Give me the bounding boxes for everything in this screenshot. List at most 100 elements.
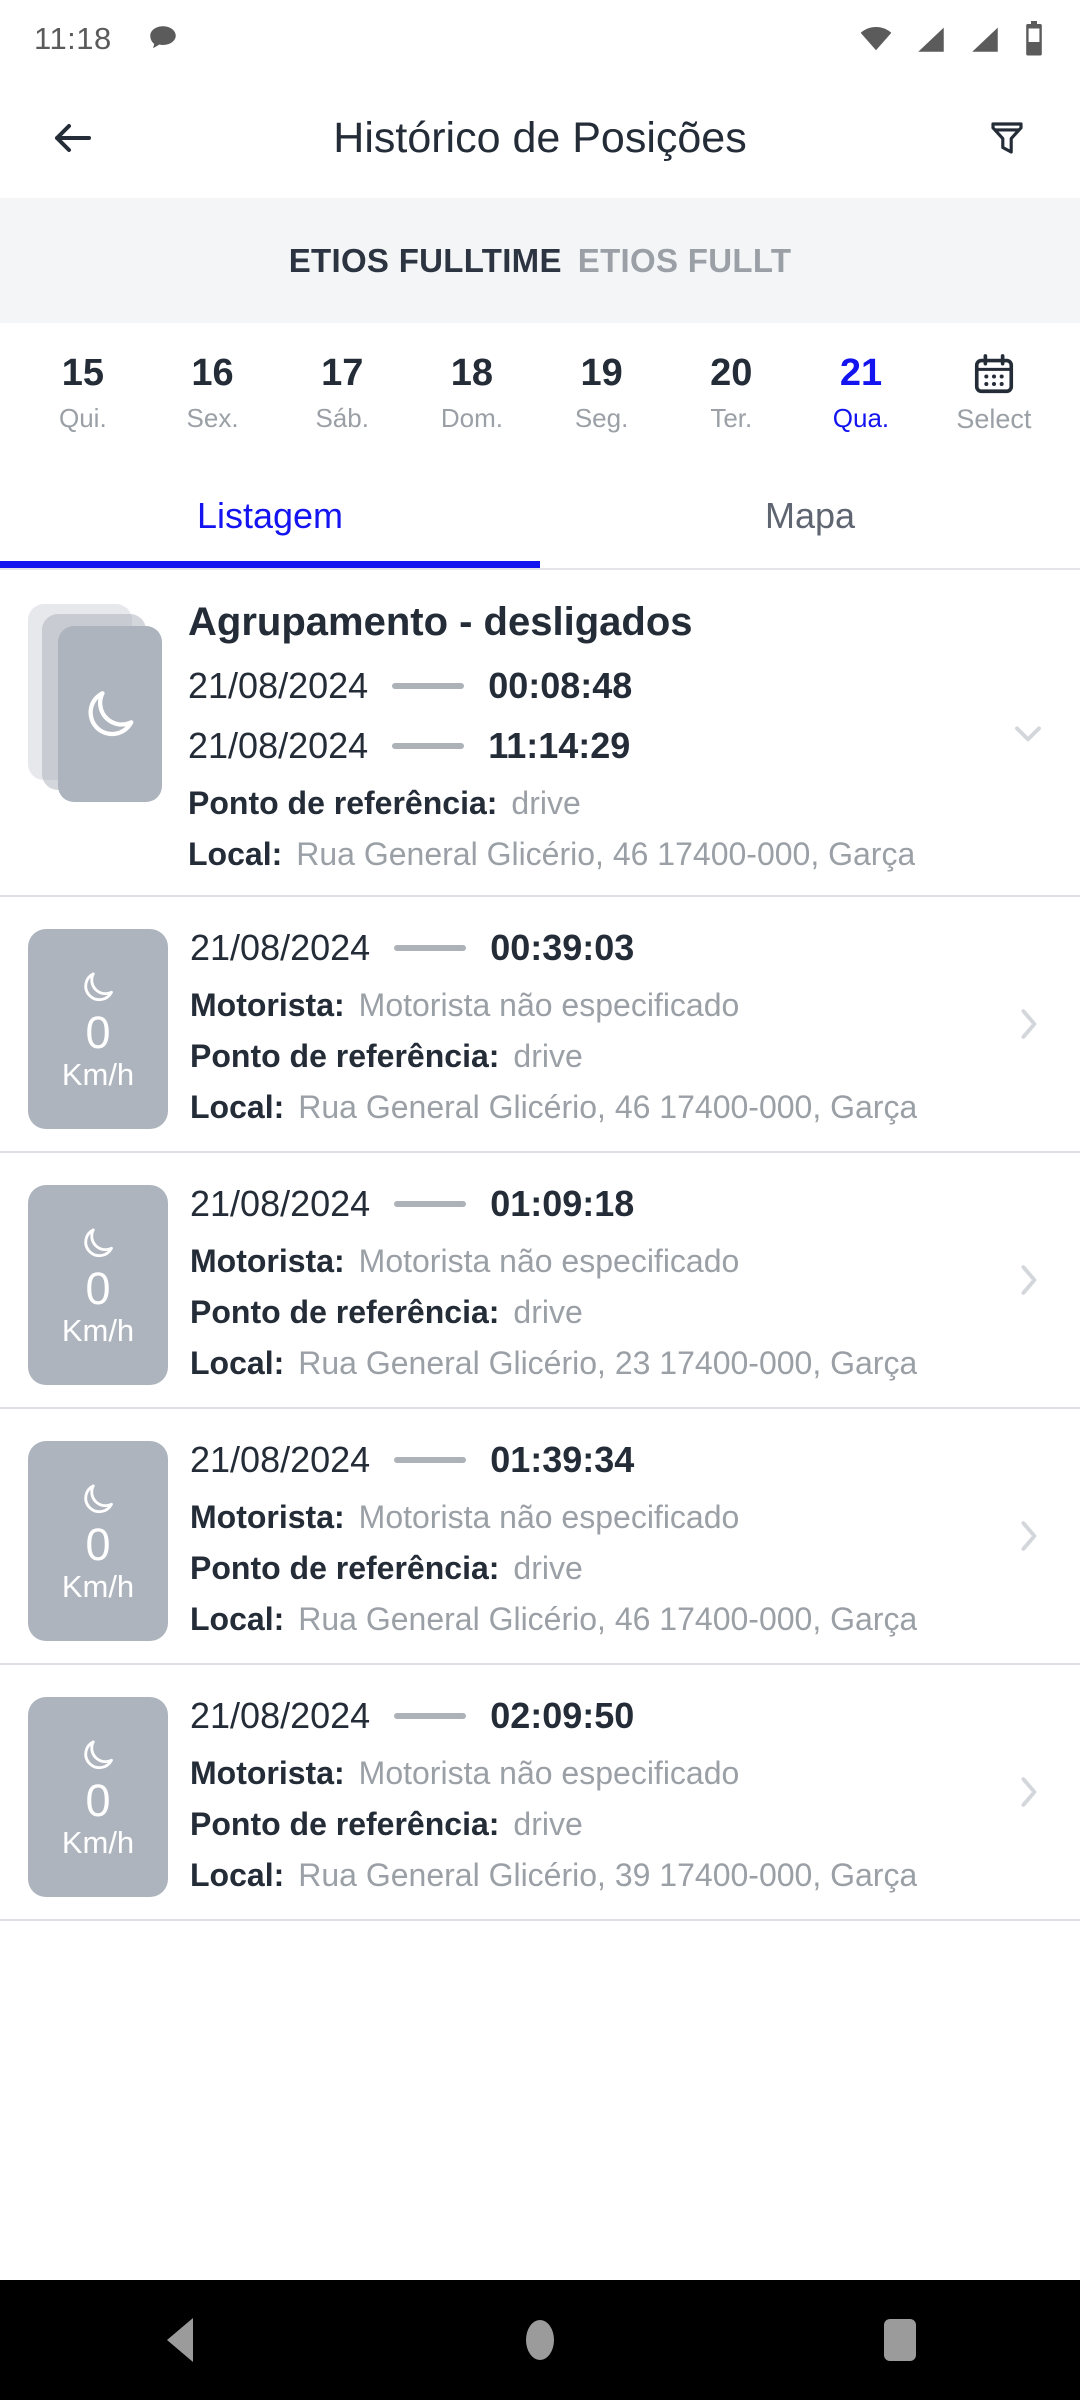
nav-home-button[interactable] [480, 2280, 600, 2400]
location-value: Rua General Glicério, 46 17400-000, Garç… [296, 836, 916, 872]
list-item-body: 21/08/2024 00:39:03 Motorista: Motorista… [190, 923, 1052, 1126]
location-label: Local: [190, 1345, 285, 1381]
wifi-icon [860, 27, 892, 51]
position-date: 21/08/2024 [190, 927, 371, 968]
speed-badge: 0 Km/h [28, 1441, 168, 1641]
position-datetime: 21/08/2024 02:09:50 [190, 1695, 1052, 1737]
back-button[interactable] [30, 95, 116, 181]
position-time: 01:39:34 [490, 1439, 635, 1480]
vehicle-selector-bar[interactable]: ETIOS FULLTIME ETIOS FULLT [0, 198, 1080, 323]
date-picker-label: Select [956, 404, 1032, 434]
reference-point-label: Ponto de referência: [188, 785, 498, 821]
day-item-3[interactable]: 18 Dom. [407, 352, 537, 434]
position-date: 21/08/2024 [190, 1695, 371, 1736]
day-item-5[interactable]: 20 Ter. [666, 352, 796, 434]
expand-button[interactable] [998, 703, 1058, 763]
speed-badge: 0 Km/h [28, 1697, 168, 1897]
moon-icon [84, 972, 113, 1002]
day-item-4[interactable]: 19 Seg. [537, 352, 667, 434]
position-datetime: 21/08/2024 01:09:18 [190, 1183, 1052, 1225]
day-selector-strip: 15 Qui. 16 Sex. 17 Sáb. 18 Dom. 19 Seg. … [0, 323, 1080, 463]
location-row: Local: Rua General Glicério, 23 17400-00… [190, 1345, 1052, 1382]
reference-point-label: Ponto de referência: [190, 1806, 500, 1842]
tab-mapa[interactable]: Mapa [540, 463, 1080, 568]
day-item-1[interactable]: 16 Sex. [148, 352, 278, 434]
open-detail-button[interactable] [998, 1762, 1058, 1822]
vehicle-name-primary: ETIOS FULLTIME [288, 241, 562, 279]
position-date: 21/08/2024 [190, 1439, 371, 1480]
chevron-right-icon [1021, 1009, 1037, 1039]
location-value: Rua General Glicério, 39 17400-000, Garç… [298, 1857, 918, 1893]
day-number: 18 [450, 352, 494, 394]
vehicle-name-secondary: ETIOS FULLT [577, 241, 792, 279]
day-number: 16 [191, 352, 234, 394]
day-weekday: Sex. [186, 403, 239, 433]
list-item[interactable]: 0 Km/h 21/08/2024 02:09:50 Motorista: Mo… [0, 1665, 1080, 1919]
reference-point-row: Ponto de referência: drive [190, 1294, 1052, 1331]
reference-point-value: drive [513, 1294, 583, 1330]
location-label: Local: [190, 1089, 285, 1125]
list-item-body: 21/08/2024 02:09:50 Motorista: Motorista… [190, 1691, 1052, 1894]
list-item-body: 21/08/2024 01:39:34 Motorista: Motorista… [190, 1435, 1052, 1638]
tab-listagem[interactable]: Listagem [0, 463, 540, 568]
location-row: Local: Rua General Glicério, 39 17400-00… [190, 1857, 1052, 1894]
nav-back-button[interactable] [120, 2280, 240, 2400]
list-item-body: 21/08/2024 01:09:18 Motorista: Motorista… [190, 1179, 1052, 1382]
date-picker-button[interactable]: Select [926, 351, 1062, 435]
speed-unit: Km/h [61, 1313, 135, 1348]
list-item[interactable]: 0 Km/h 21/08/2024 01:39:34 Motorista: Mo… [0, 1409, 1080, 1663]
day-weekday: Qua. [832, 403, 890, 433]
moon-icon [84, 1228, 113, 1258]
datetime-separator [394, 945, 467, 951]
list-item[interactable]: Agrupamento - desligados 21/08/2024 00:0… [0, 570, 1080, 895]
end-date: 21/08/2024 [188, 725, 369, 766]
speed-value: 0 [85, 1007, 111, 1058]
day-item-0[interactable]: 15 Qui. [18, 352, 148, 434]
list-separator [0, 1919, 1080, 1921]
end-time: 11:14:29 [488, 725, 631, 766]
driver-label: Motorista: [190, 1499, 345, 1535]
list-item-title: Agrupamento - desligados [188, 600, 693, 644]
list-item[interactable]: 0 Km/h 21/08/2024 01:09:18 Motorista: Mo… [0, 1153, 1080, 1407]
android-navigation-bar [0, 2280, 1080, 2400]
nav-recents-button[interactable] [840, 2280, 960, 2400]
reference-point-row: Ponto de referência: drive [188, 785, 1052, 822]
status-notification-icons [146, 22, 180, 56]
location-label: Local: [188, 836, 283, 872]
list-item[interactable]: 0 Km/h 21/08/2024 00:39:03 Motorista: Mo… [0, 897, 1080, 1151]
day-item-6-selected[interactable]: 21 Qua. [796, 352, 926, 434]
open-detail-button[interactable] [998, 1506, 1058, 1566]
location-row: Local: Rua General Glicério, 46 17400-00… [190, 1089, 1052, 1126]
filter-button[interactable] [964, 95, 1050, 181]
day-number: 19 [580, 352, 623, 394]
chevron-right-icon [1021, 1265, 1037, 1295]
app-bar: Histórico de Posições [0, 78, 1080, 198]
position-time: 01:09:18 [490, 1183, 635, 1224]
speed-value: 0 [85, 1775, 111, 1826]
location-value: Rua General Glicério, 46 17400-000, Garç… [298, 1089, 918, 1125]
day-number: 15 [61, 352, 104, 394]
status-system-icons [858, 21, 1046, 57]
open-detail-button[interactable] [998, 1250, 1058, 1310]
location-value: Rua General Glicério, 46 17400-000, Garç… [298, 1601, 918, 1637]
datetime-separator [392, 683, 465, 689]
chevron-down-icon [1015, 725, 1041, 741]
datetime-separator [394, 1713, 467, 1719]
speed-value: 0 [85, 1519, 111, 1570]
moon-stack-icon [28, 604, 166, 819]
speed-value: 0 [85, 1263, 111, 1314]
position-time: 02:09:50 [490, 1695, 635, 1736]
positions-list: Agrupamento - desligados 21/08/2024 00:0… [0, 570, 1080, 1921]
reference-point-row: Ponto de referência: drive [190, 1806, 1052, 1843]
driver-value: Motorista não especificado [358, 1499, 740, 1535]
open-detail-button[interactable] [998, 994, 1058, 1054]
position-datetime: 21/08/2024 01:39:34 [190, 1439, 1052, 1481]
nav-back-triangle-icon [167, 2318, 193, 2362]
position-datetime: 21/08/2024 00:39:03 [190, 927, 1052, 969]
day-weekday: Ter. [710, 403, 753, 433]
position-date: 21/08/2024 [190, 1183, 371, 1224]
end-datetime: 21/08/2024 11:14:29 [188, 725, 1052, 767]
moon-icon [84, 1740, 113, 1770]
day-item-2[interactable]: 17 Sáb. [277, 352, 407, 434]
driver-value: Motorista não especificado [358, 987, 740, 1023]
